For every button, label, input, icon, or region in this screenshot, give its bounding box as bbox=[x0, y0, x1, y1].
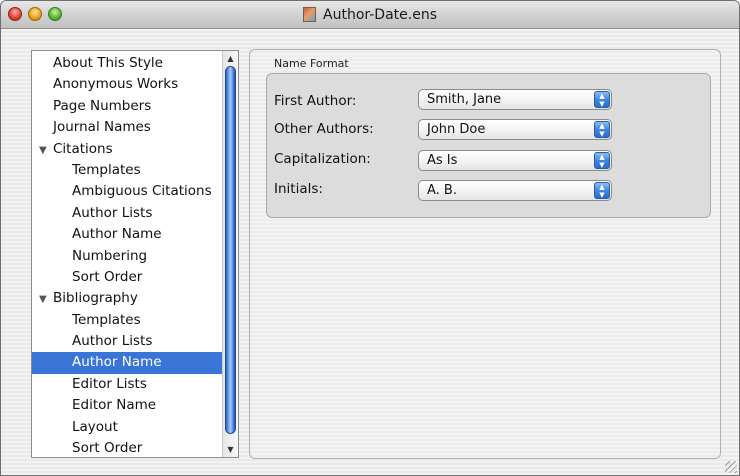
sidebar-item-label: About This Style bbox=[53, 55, 163, 71]
sidebar-item-label: Editor Name bbox=[72, 397, 157, 414]
sidebar-item-label: Author Name bbox=[72, 354, 162, 371]
sidebar-item-label: Citations bbox=[53, 140, 113, 157]
disclosure-triangle-icon[interactable]: ▼ bbox=[39, 140, 53, 161]
sidebar-item[interactable]: Editor Name bbox=[32, 395, 224, 416]
sidebar-item[interactable]: Ambiguous Citations bbox=[32, 181, 224, 202]
popup-arrows-icon: ▲ ▼ bbox=[594, 182, 610, 199]
sidebar-item-label: Ambiguous Citations bbox=[72, 183, 212, 200]
sidebar-item-label: Editor Lists bbox=[72, 375, 147, 392]
sidebar-item-label: Author Lists bbox=[72, 333, 153, 350]
sidebar-item[interactable]: Journal Names bbox=[32, 117, 224, 138]
sidebar-item[interactable]: Author Lists bbox=[32, 331, 224, 352]
other-authors-popup[interactable]: John Doe ▲ ▼ bbox=[418, 119, 612, 140]
other-authors-label: Other Authors: bbox=[274, 121, 374, 137]
popup-arrows-icon: ▲ ▼ bbox=[594, 121, 610, 138]
sidebar-item[interactable]: Numbering bbox=[32, 246, 224, 267]
window-title: Author-Date.ens bbox=[323, 6, 437, 23]
sidebar-item[interactable]: Layout bbox=[32, 417, 224, 438]
sidebar-item-label: Author Name bbox=[72, 226, 162, 243]
sidebar-item-label: Numbering bbox=[72, 247, 148, 264]
first-author-value: Smith, Jane bbox=[427, 92, 502, 107]
sidebar-item-label: Templates bbox=[72, 311, 141, 328]
resize-grip-icon[interactable] bbox=[725, 461, 737, 473]
popup-arrows-icon: ▲ ▼ bbox=[594, 91, 610, 108]
sidebar-item[interactable]: Editor Lists bbox=[32, 374, 224, 395]
sidebar-item[interactable]: ▼ Bibliography bbox=[32, 288, 224, 309]
sidebar-item-label: Templates bbox=[72, 161, 141, 178]
capitalization-popup[interactable]: As Is ▲ ▼ bbox=[418, 150, 612, 171]
sidebar-item[interactable]: Author Lists bbox=[32, 203, 224, 224]
sidebar-item[interactable]: Anonymous Works bbox=[32, 74, 224, 95]
scroll-up-icon[interactable]: ▲ bbox=[224, 52, 237, 65]
popup-arrows-icon: ▲ ▼ bbox=[594, 152, 610, 169]
window-title-group: Author-Date.ens bbox=[1, 1, 739, 28]
sidebar-item-label: Sort Order bbox=[72, 440, 143, 457]
scroll-down-icon[interactable]: ▼ bbox=[224, 443, 237, 456]
capitalization-label: Capitalization: bbox=[274, 151, 371, 167]
sidebar-item[interactable]: Templates bbox=[32, 310, 224, 331]
capitalization-value: As Is bbox=[427, 153, 458, 168]
initials-popup[interactable]: A. B. ▲ ▼ bbox=[418, 180, 612, 201]
other-authors-value: John Doe bbox=[427, 122, 486, 137]
sidebar-item-label: Page Numbers bbox=[53, 97, 152, 114]
sidebar-item[interactable]: Sort Order bbox=[32, 438, 224, 457]
sidebar-item[interactable]: Page Numbers bbox=[32, 96, 224, 117]
title-bar[interactable]: Author-Date.ens bbox=[1, 1, 739, 29]
initials-label: Initials: bbox=[274, 181, 323, 197]
initials-value: A. B. bbox=[427, 183, 457, 198]
sidebar-item[interactable]: About This Style bbox=[32, 53, 224, 74]
sidebar-item-label: Layout bbox=[72, 418, 118, 435]
scroll-thumb[interactable] bbox=[225, 66, 236, 434]
sidebar-item-label: Author Lists bbox=[72, 204, 153, 221]
sidebar-item[interactable]: Sort Order bbox=[32, 267, 224, 288]
sidebar-item[interactable]: Author Name bbox=[32, 352, 224, 374]
sidebar-item-label: Bibliography bbox=[53, 290, 138, 307]
group-title: Name Format bbox=[274, 57, 349, 70]
disclosure-triangle-icon[interactable]: ▼ bbox=[39, 289, 53, 310]
sidebar-item-label: Sort Order bbox=[72, 268, 143, 285]
sidebar-item[interactable]: Author Name bbox=[32, 224, 224, 245]
sidebar-item-label: Anonymous Works bbox=[53, 76, 179, 93]
first-author-popup[interactable]: Smith, Jane ▲ ▼ bbox=[418, 89, 612, 110]
sidebar-items: About This Style Anonymous Works Page Numb… bbox=[32, 53, 224, 457]
sidebar-item[interactable]: Templates bbox=[32, 160, 224, 181]
document-icon bbox=[303, 7, 316, 22]
sidebar-scrollbar[interactable]: ▲ ▼ bbox=[222, 51, 238, 457]
sidebar-item[interactable]: ▼ Citations bbox=[32, 139, 224, 160]
style-sections-list[interactable]: About This Style Anonymous Works Page Numb… bbox=[31, 50, 239, 458]
first-author-label: First Author: bbox=[274, 93, 357, 109]
sidebar-item-label: Journal Names bbox=[53, 119, 151, 136]
